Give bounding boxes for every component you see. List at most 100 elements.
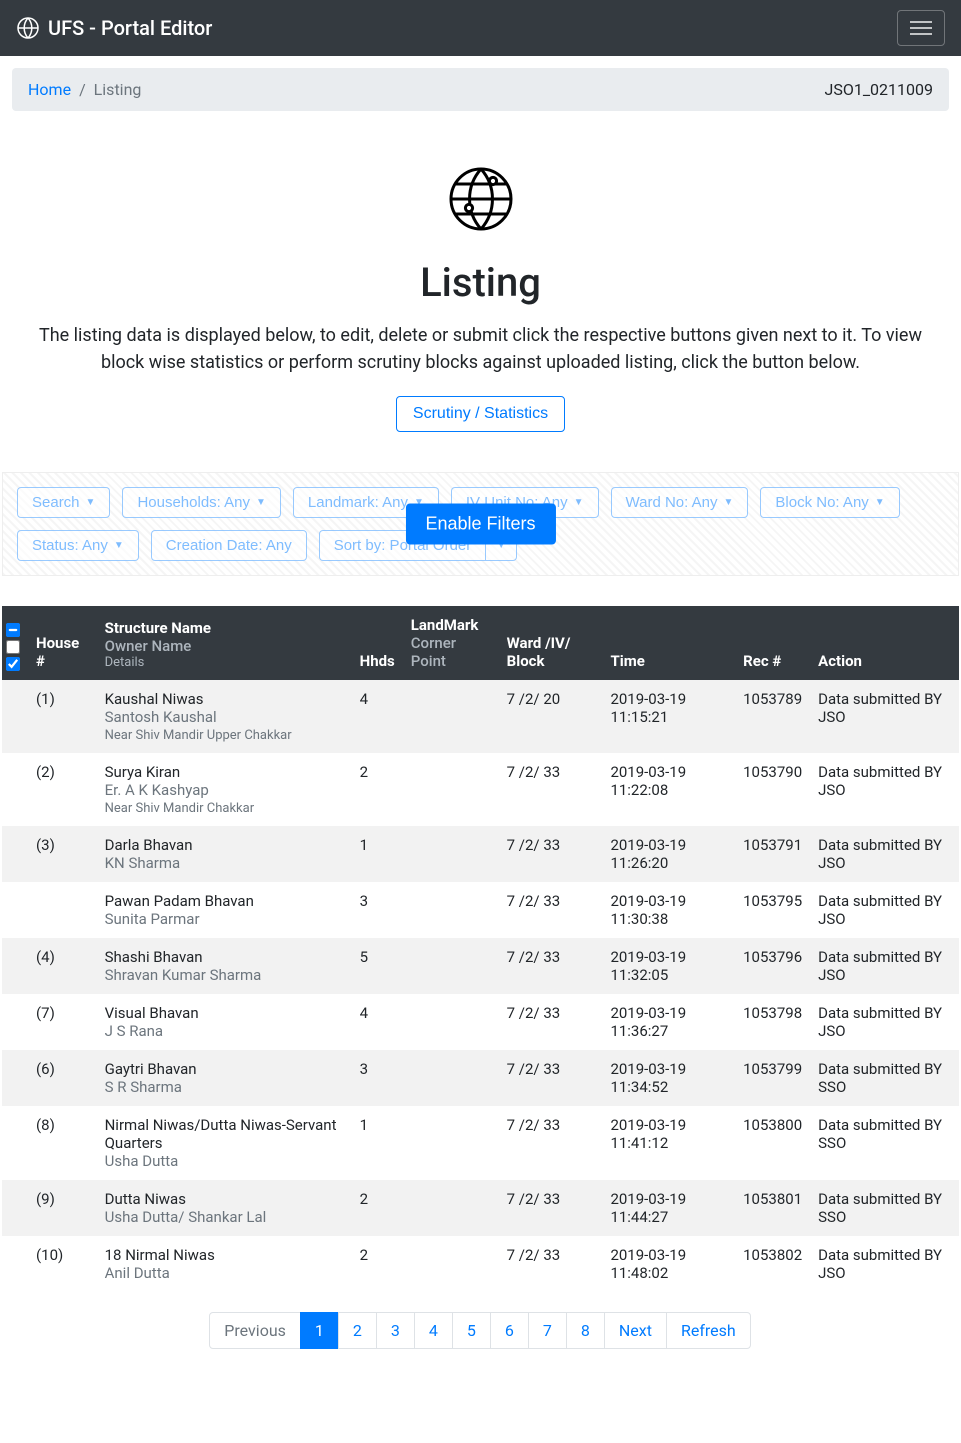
page-3[interactable]: 3 <box>376 1312 415 1349</box>
table-row: (6) Gaytri BhavanS R Sharma 3 7 /2/ 33 2… <box>2 1050 959 1106</box>
cell-action: Data submitted BY SSO <box>810 1050 959 1106</box>
cell-ward: 7 /2/ 33 <box>499 826 603 882</box>
filter-status[interactable]: Status: Any▼ <box>17 530 139 561</box>
cell-time: 2019-03-19 11:26:20 <box>602 826 735 882</box>
breadcrumb-home[interactable]: Home <box>28 80 71 99</box>
col-hhds: Hhds <box>352 606 403 680</box>
cell-hhds: 3 <box>352 1050 403 1106</box>
cell-house: (2) <box>28 753 97 826</box>
cell-house: (4) <box>28 938 97 994</box>
chk-all[interactable] <box>6 640 20 654</box>
cell-time: 2019-03-19 11:22:08 <box>602 753 735 826</box>
table-row: (3) Darla BhavanKN Sharma 1 7 /2/ 33 201… <box>2 826 959 882</box>
cell-ward: 7 /2/ 33 <box>499 882 603 938</box>
page-1[interactable]: 1 <box>300 1312 339 1349</box>
user-id: JSO1_0211009 <box>825 80 934 99</box>
globe-icon <box>16 16 40 40</box>
header-checkboxes <box>2 606 28 680</box>
cell-hhds: 4 <box>352 994 403 1050</box>
table-row: (10) 18 Nirmal NiwasAnil Dutta 2 7 /2/ 3… <box>2 1236 959 1292</box>
cell-landmark <box>403 938 499 994</box>
cell-action: Data submitted BY JSO <box>810 753 959 826</box>
enable-filters-button[interactable]: Enable Filters <box>405 504 555 545</box>
cell-house: (9) <box>28 1180 97 1236</box>
cell-landmark <box>403 882 499 938</box>
page-6[interactable]: 6 <box>490 1312 529 1349</box>
menu-toggle-button[interactable] <box>897 10 945 46</box>
cell-rec: 1053802 <box>735 1236 810 1292</box>
cell-landmark <box>403 1180 499 1236</box>
cell-time: 2019-03-19 11:32:05 <box>602 938 735 994</box>
filter-ward[interactable]: Ward No: Any▼ <box>611 487 749 518</box>
breadcrumb-sep: / <box>79 80 86 99</box>
cell-house: (7) <box>28 994 97 1050</box>
cell-action: Data submitted BY SSO <box>810 1180 959 1236</box>
cell-landmark <box>403 994 499 1050</box>
cell-landmark <box>403 680 499 753</box>
table-row: (8) Nirmal Niwas/Dutta Niwas-Servant Qua… <box>2 1106 959 1180</box>
cell-rec: 1053801 <box>735 1180 810 1236</box>
cell-rec: 1053799 <box>735 1050 810 1106</box>
chk-indeterminate[interactable] <box>6 623 20 637</box>
page-prev[interactable]: Previous <box>209 1312 301 1349</box>
cell-hhds: 3 <box>352 882 403 938</box>
cell-ward: 7 /2/ 33 <box>499 1050 603 1106</box>
cell-rec: 1053795 <box>735 882 810 938</box>
cell-hhds: 2 <box>352 1180 403 1236</box>
cell-landmark <box>403 1050 499 1106</box>
cell-time: 2019-03-19 11:41:12 <box>602 1106 735 1180</box>
page-8[interactable]: 8 <box>566 1312 605 1349</box>
table-row: Pawan Padam BhavanSunita Parmar 3 7 /2/ … <box>2 882 959 938</box>
cell-rec: 1053800 <box>735 1106 810 1180</box>
cell-structure: Surya KiranEr. A K KashyapNear Shiv Mand… <box>97 753 352 826</box>
cell-house: (6) <box>28 1050 97 1106</box>
page-4[interactable]: 4 <box>414 1312 453 1349</box>
col-rec: Rec # <box>735 606 810 680</box>
cell-house: (1) <box>28 680 97 753</box>
cell-action: Data submitted BY JSO <box>810 938 959 994</box>
cell-rec: 1053791 <box>735 826 810 882</box>
breadcrumb-current: Listing <box>94 80 142 99</box>
listing-table: House # Structure NameOwner NameDetails … <box>2 606 959 1292</box>
filter-block[interactable]: Block No: Any▼ <box>760 487 899 518</box>
cell-rec: 1053796 <box>735 938 810 994</box>
navbar: UFS - Portal Editor <box>0 0 961 56</box>
cell-hhds: 1 <box>352 1106 403 1180</box>
page-7[interactable]: 7 <box>528 1312 567 1349</box>
table-row: (2) Surya KiranEr. A K KashyapNear Shiv … <box>2 753 959 826</box>
cell-structure: Darla BhavanKN Sharma <box>97 826 352 882</box>
cell-landmark <box>403 753 499 826</box>
page-next[interactable]: Next <box>604 1312 667 1349</box>
cell-action: Data submitted BY JSO <box>810 994 959 1050</box>
cell-hhds: 5 <box>352 938 403 994</box>
brand[interactable]: UFS - Portal Editor <box>16 16 212 40</box>
table-row: (7) Visual BhavanJ S Rana 4 7 /2/ 33 201… <box>2 994 959 1050</box>
page-2[interactable]: 2 <box>338 1312 377 1349</box>
col-structure: Structure NameOwner NameDetails <box>97 606 352 680</box>
cell-house <box>28 882 97 938</box>
cell-ward: 7 /2/ 33 <box>499 994 603 1050</box>
breadcrumb: Home / Listing <box>28 80 141 99</box>
cell-structure: Kaushal NiwasSantosh KaushalNear Shiv Ma… <box>97 680 352 753</box>
cell-action: Data submitted BY SSO <box>810 1106 959 1180</box>
globe-large-icon <box>445 163 517 235</box>
page-desc: The listing data is displayed below, to … <box>31 322 931 376</box>
table-row: (9) Dutta NiwasUsha Dutta/ Shankar Lal 2… <box>2 1180 959 1236</box>
scrutiny-button[interactable]: Scrutiny / Statistics <box>396 396 565 432</box>
filter-households[interactable]: Households: Any▼ <box>122 487 280 518</box>
filter-creation[interactable]: Creation Date: Any <box>151 530 307 561</box>
cell-ward: 7 /2/ 33 <box>499 1106 603 1180</box>
col-action: Action <box>810 606 959 680</box>
cell-action: Data submitted BY JSO <box>810 680 959 753</box>
col-ward: Ward /IV/ Block <box>499 606 603 680</box>
page-5[interactable]: 5 <box>452 1312 491 1349</box>
filter-search[interactable]: Search▼ <box>17 487 110 518</box>
hero: Listing The listing data is displayed be… <box>0 123 961 452</box>
cell-action: Data submitted BY JSO <box>810 1236 959 1292</box>
cell-structure: Shashi BhavanShravan Kumar Sharma <box>97 938 352 994</box>
brand-text: UFS - Portal Editor <box>48 16 212 40</box>
chk-checked[interactable] <box>6 657 20 671</box>
cell-time: 2019-03-19 11:34:52 <box>602 1050 735 1106</box>
col-time: Time <box>602 606 735 680</box>
refresh-button[interactable]: Refresh <box>666 1312 751 1349</box>
